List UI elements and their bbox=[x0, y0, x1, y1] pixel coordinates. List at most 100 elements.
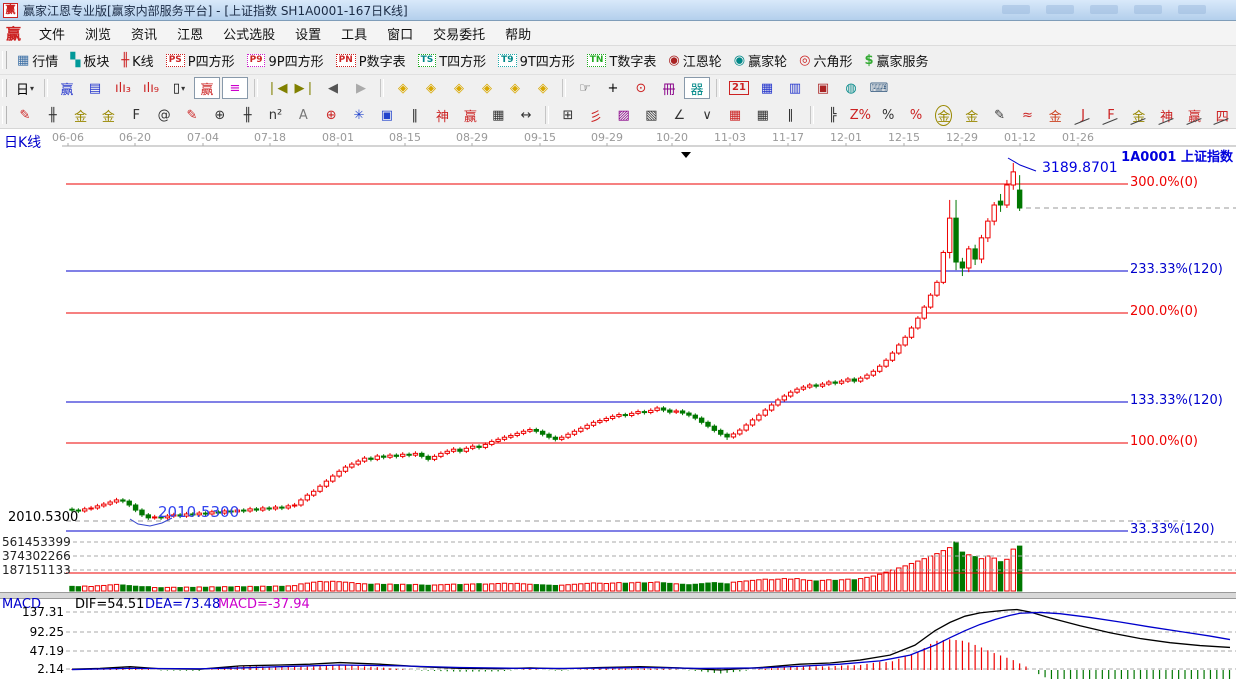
menu-item-9[interactable]: 交易委托 bbox=[423, 22, 495, 45]
grid-123-icon[interactable]: ▦ bbox=[485, 104, 511, 126]
n-square-icon[interactable]: n² bbox=[263, 104, 289, 126]
crosshair-tool-icon[interactable]: + bbox=[600, 77, 626, 99]
pattern-tool-icon[interactable]: 器 bbox=[684, 77, 710, 99]
next-page-icon[interactable]: ▶ bbox=[348, 77, 374, 99]
shen-lines-icon[interactable]: 神 bbox=[430, 104, 456, 126]
gann-box-tool-icon[interactable]: 冊 bbox=[656, 77, 682, 99]
last-page-icon[interactable]: ▶❘ bbox=[292, 77, 318, 99]
gold-section-2-icon[interactable]: 金 bbox=[96, 104, 122, 126]
menu-item-3[interactable]: 资讯 bbox=[121, 22, 167, 45]
prev-page-icon[interactable]: ◀ bbox=[320, 77, 346, 99]
save-icon[interactable]: ▣ bbox=[810, 77, 836, 99]
menu-item-10[interactable]: 帮助 bbox=[495, 22, 541, 45]
toolbar-button-quotes[interactable]: ▦行情 bbox=[17, 51, 58, 70]
zoom-out-x-icon[interactable]: ◈ bbox=[446, 77, 472, 99]
menu-item-1[interactable]: 文件 bbox=[29, 22, 75, 45]
zoom-in-x-icon[interactable]: ◈ bbox=[474, 77, 500, 99]
toolbar-button-hexagon[interactable]: ◎六角形 bbox=[799, 51, 852, 70]
compress-y-icon[interactable]: ◈ bbox=[502, 77, 528, 99]
angle-shen-icon[interactable]: 神 bbox=[1154, 104, 1180, 126]
chart-area[interactable]: 日K线 1A0001 上证指数 3189.8701 2010.5300 2010… bbox=[0, 129, 1236, 679]
hand-tool-icon[interactable]: ☞ bbox=[572, 77, 598, 99]
gold-red-icon[interactable]: 金 bbox=[1042, 104, 1068, 126]
expand-all-icon[interactable]: ◈ bbox=[530, 77, 556, 99]
wave-red-icon[interactable]: ≈ bbox=[1014, 104, 1040, 126]
gold-section-icon[interactable]: 金 bbox=[68, 104, 94, 126]
percent-zone-icon[interactable]: Z% bbox=[847, 104, 873, 126]
draw-pencil-icon[interactable]: ✎ bbox=[12, 104, 38, 126]
toolbar-button-p-number[interactable]: PNP数字表 bbox=[336, 51, 406, 70]
angle-lines-icon[interactable]: ∠ bbox=[666, 104, 692, 126]
memo-icon[interactable]: ▥ bbox=[782, 77, 808, 99]
f10-info-icon[interactable]: ▤ bbox=[82, 77, 108, 99]
net-sync-icon[interactable]: ◍ bbox=[838, 77, 864, 99]
pencil-2-icon[interactable]: ✎ bbox=[179, 104, 205, 126]
first-page-icon[interactable]: ❘◀ bbox=[264, 77, 290, 99]
winner-red-icon[interactable]: 赢 bbox=[194, 77, 220, 99]
fibo-lines-icon[interactable]: F bbox=[123, 104, 149, 126]
angle-a-icon[interactable]: A bbox=[290, 104, 316, 126]
toolbar-button-winner-wheel[interactable]: ◉赢家轮 bbox=[734, 51, 787, 70]
candle-style-icon[interactable]: ▯▾ bbox=[166, 77, 192, 99]
angle-f-icon[interactable]: F bbox=[1098, 104, 1124, 126]
bars-9-icon[interactable]: ılı₉ bbox=[138, 77, 164, 99]
volume-profile-icon[interactable]: ≡ bbox=[222, 77, 248, 99]
calculator-icon[interactable]: ▦ bbox=[754, 77, 780, 99]
parallel-lines-icon[interactable]: ∥ bbox=[778, 104, 804, 126]
toolbar-button-9t-square[interactable]: T99T四方形 bbox=[498, 51, 575, 70]
grid-dark-icon[interactable]: ▦ bbox=[750, 104, 776, 126]
spiral-icon[interactable]: @ bbox=[151, 104, 177, 126]
sectors-icon: ▚ bbox=[70, 53, 80, 68]
menu-item-6[interactable]: 设置 bbox=[285, 22, 331, 45]
ruler-2-icon[interactable]: ╫ bbox=[235, 104, 261, 126]
win-lines-icon[interactable]: 赢 bbox=[457, 104, 483, 126]
fan-box-purple-icon[interactable]: ▨ bbox=[611, 104, 637, 126]
angle-gold-icon[interactable]: 金 bbox=[1126, 104, 1152, 126]
toolbar-button-p-square[interactable]: PSP四方形 bbox=[166, 51, 235, 70]
gold-top-icon[interactable]: 金 bbox=[959, 104, 985, 126]
star-blue-icon[interactable]: ✳ bbox=[346, 104, 372, 126]
menu-item-8[interactable]: 窗口 bbox=[377, 22, 423, 45]
measure-pencil-icon[interactable]: ✎ bbox=[987, 104, 1013, 126]
calendar-icon[interactable]: 21 bbox=[726, 77, 752, 99]
shift-right-icon[interactable]: ◈ bbox=[418, 77, 444, 99]
toolbar-button-t-number[interactable]: TNT数字表 bbox=[587, 51, 657, 70]
menu-item-2[interactable]: 浏览 bbox=[75, 22, 121, 45]
period-day-icon[interactable]: 日▾ bbox=[12, 77, 38, 99]
grid-blue-icon[interactable]: ▣ bbox=[374, 104, 400, 126]
tick-marks-icon[interactable]: ‖ bbox=[402, 104, 428, 126]
mark-tool-icon[interactable]: ⊙ bbox=[628, 77, 654, 99]
workstation-icon[interactable]: ⌨ bbox=[866, 77, 892, 99]
zigzag-icon[interactable]: ∨ bbox=[694, 104, 720, 126]
toolbar-button-kline[interactable]: ╫K线 bbox=[121, 51, 153, 70]
target-red-icon[interactable]: ⊕ bbox=[318, 104, 344, 126]
gann-ruler-icon[interactable]: ╫ bbox=[40, 104, 66, 126]
level-scale-icon[interactable]: ╠ bbox=[820, 104, 846, 126]
shift-left-icon[interactable]: ◈ bbox=[390, 77, 416, 99]
toolbar-button-9p-square[interactable]: P99P四方形 bbox=[247, 51, 324, 70]
h-span-icon[interactable]: ↔ bbox=[513, 104, 539, 126]
bars-3-icon[interactable]: ılı₃ bbox=[110, 77, 136, 99]
percent-line-icon[interactable]: % bbox=[903, 104, 929, 126]
toolbar-button-sectors[interactable]: ▚板块 bbox=[70, 51, 109, 70]
menu-item-4[interactable]: 江恩 bbox=[167, 22, 213, 45]
trend-blue-icon[interactable]: 赢 bbox=[54, 77, 80, 99]
gann-wheel-small-icon[interactable]: ⊕ bbox=[207, 104, 233, 126]
toolbar-button-gann-wheel[interactable]: ◉江恩轮 bbox=[668, 51, 721, 70]
menu-item-7[interactable]: 工具 bbox=[331, 22, 377, 45]
toolbar-grip[interactable] bbox=[2, 51, 7, 69]
toolbar-button-t-square[interactable]: TST四方形 bbox=[418, 51, 487, 70]
toolbar-grip[interactable] bbox=[2, 79, 7, 97]
percent-icon[interactable]: % bbox=[875, 104, 901, 126]
angle-j-icon[interactable]: J bbox=[1070, 104, 1096, 126]
toolbar-button-winner-service[interactable]: $赢家服务 bbox=[864, 51, 928, 70]
gold-circle-icon[interactable]: 金 bbox=[931, 104, 957, 126]
fan-red-icon[interactable]: 彡 bbox=[583, 104, 609, 126]
fan-box-icon[interactable]: ▧ bbox=[639, 104, 665, 126]
angle-win-icon[interactable]: 赢 bbox=[1182, 104, 1208, 126]
toolbar-grip[interactable] bbox=[2, 106, 7, 124]
grid-red-icon[interactable]: ▦ bbox=[722, 104, 748, 126]
angle-four-icon[interactable]: 四 bbox=[1209, 104, 1235, 126]
menu-item-5[interactable]: 公式选股 bbox=[213, 22, 285, 45]
square-tool-icon[interactable]: ⊞ bbox=[555, 104, 581, 126]
